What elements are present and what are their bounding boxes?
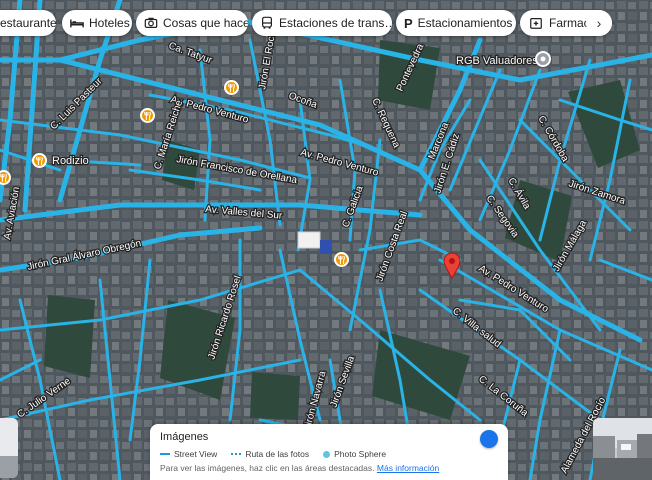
parking-icon: P — [404, 15, 413, 31]
bus-icon — [260, 15, 274, 31]
map-canvas[interactable]: Av. Pedro Venturo Av. Pedro Venturo Av. … — [0, 0, 652, 480]
line-swatch-icon — [160, 453, 170, 455]
restaurant-pin[interactable] — [140, 108, 155, 123]
chip-label: Estacionamientos — [417, 16, 513, 30]
legend-item-photo-sphere: Photo Sphere — [323, 449, 386, 459]
legend-item-street-view: Street View — [160, 449, 217, 459]
chip-label: Hoteles — [89, 16, 130, 30]
chip-hoteles[interactable]: Hoteles — [62, 10, 132, 36]
more-info-link[interactable]: Más información — [377, 463, 439, 473]
restaurant-pin-rodizio[interactable] — [32, 153, 47, 168]
chip-estacionamientos[interactable]: P Estacionamientos — [396, 10, 516, 36]
chip-scroll-next-button[interactable]: › — [586, 10, 612, 36]
chip-label: Cosas que hacer — [163, 16, 248, 30]
panel-title: Imágenes — [160, 431, 209, 443]
panel-note: Para ver las imágenes, haz clic en las á… — [160, 463, 498, 473]
place-label-rgb-valuadores: RGB Valuadores — [456, 55, 538, 67]
chip-restaurantes[interactable]: estaurantes — [0, 10, 56, 36]
chip-estaciones-transporte[interactable]: Estaciones de trans… — [252, 10, 392, 36]
restaurant-pin[interactable] — [334, 252, 349, 267]
imagery-legend-panel: Imágenes Street View Ruta de las fotos P… — [150, 424, 508, 480]
chip-label: Estaciones de trans… — [279, 16, 392, 30]
panel-note-text: Para ver las imágenes, haz clic en las á… — [160, 463, 375, 473]
legend: Street View Ruta de las fotos Photo Sphe… — [160, 449, 498, 459]
street-view-thumbnail[interactable] — [593, 418, 652, 480]
legend-label: Ruta de las fotos — [245, 449, 310, 459]
fork-knife-icon — [143, 111, 151, 120]
pharmacy-icon — [528, 15, 544, 31]
chip-label: estaurantes — [0, 16, 56, 30]
street-view-preview — [593, 418, 652, 480]
legend-item-photo-route: Ruta de las fotos — [231, 449, 309, 459]
dash-swatch-icon — [231, 453, 242, 455]
chip-cosas-que-hacer[interactable]: Cosas que hacer — [136, 10, 248, 36]
place-label-rodizio: Rodizio — [52, 155, 89, 167]
camera-icon — [144, 15, 158, 31]
chevron-right-icon: › — [596, 15, 602, 31]
fork-knife-icon — [35, 156, 43, 165]
left-thumbnail[interactable] — [0, 418, 18, 478]
restaurant-pin[interactable] — [224, 80, 239, 95]
legend-label: Photo Sphere — [334, 449, 387, 459]
category-chip-bar: estaurantes Hoteles Cosas que hacer Esta… — [0, 10, 652, 36]
dot-swatch-icon — [323, 450, 331, 458]
legend-label: Street View — [174, 449, 218, 459]
bed-icon — [70, 15, 84, 31]
fork-knife-icon — [0, 173, 7, 182]
fork-knife-icon — [337, 255, 345, 264]
place-marker-rgb[interactable] — [535, 51, 551, 67]
imagery-toggle[interactable] — [480, 430, 498, 448]
fork-knife-icon — [227, 83, 235, 92]
